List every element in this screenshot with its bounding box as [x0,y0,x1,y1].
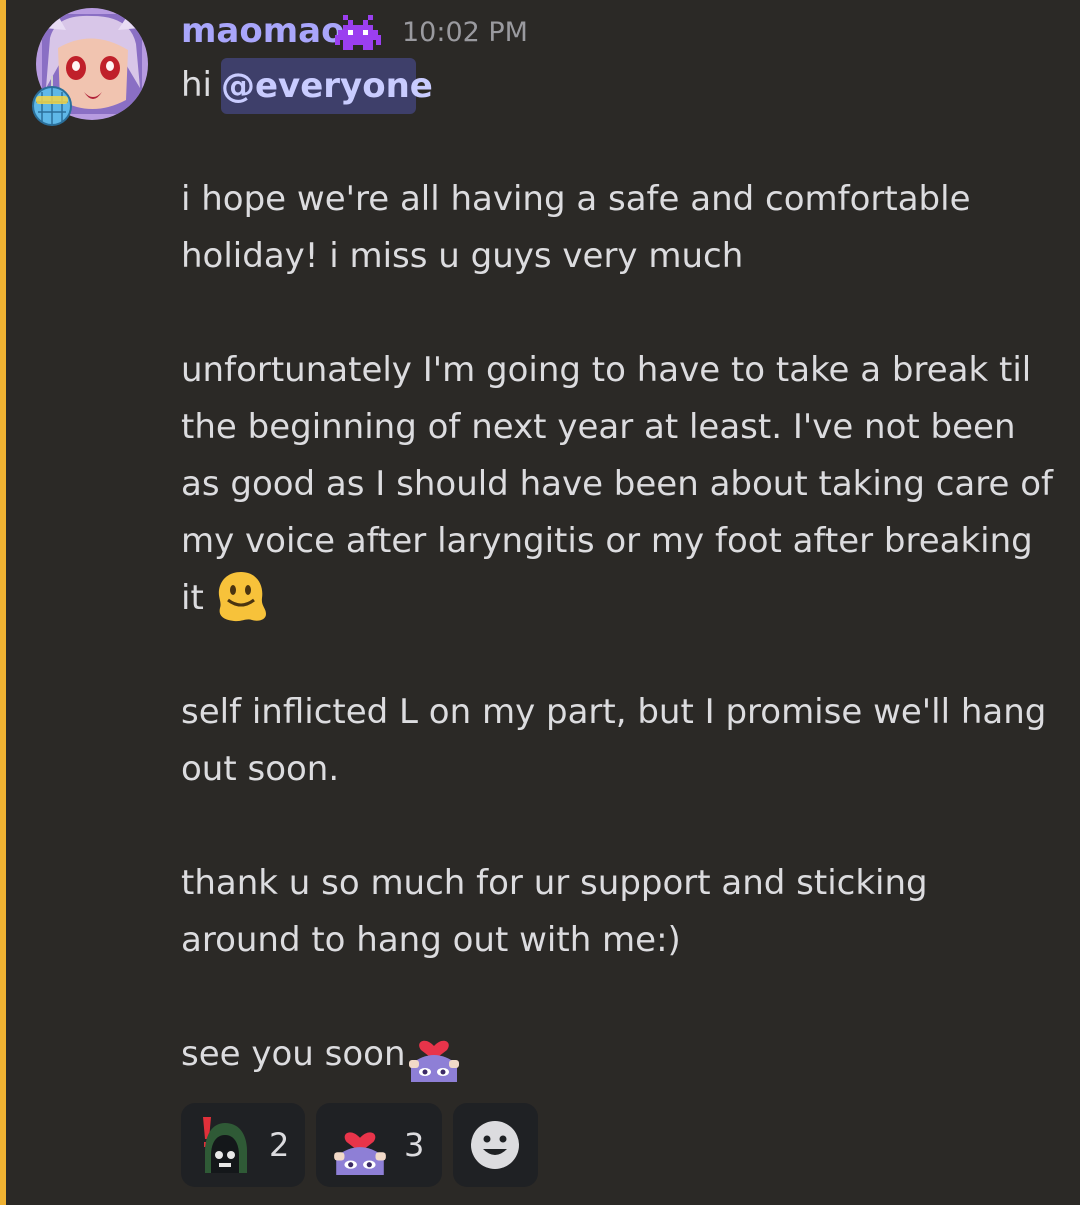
hooded-alert-emoji [197,1117,253,1179]
message-line: my voice after laryngitis or my foot aft… [181,521,1033,561]
author-avatar-group[interactable] [28,4,152,128]
message-line: holiday! i miss u guys very much [181,236,744,276]
message-line: unfortunately I'm going to have to take … [181,350,1032,390]
message-line: it [181,578,204,618]
message-line: as good as I should have been about taki… [181,464,1053,504]
everyone-mention[interactable]: @everyone [221,58,433,114]
reaction-heart-peek[interactable]: 3 [316,1103,442,1187]
reaction-hooded-alert[interactable]: 2 [181,1103,305,1187]
message-line: i hope we're all having a safe and comfo… [181,179,971,219]
add-reaction-button[interactable] [453,1103,538,1187]
space-invader-icon [335,15,381,51]
message-line: self inflicted L on my part, but I promi… [181,692,1047,732]
message-greeting: hi [181,65,212,105]
message-line: around to hang out with me:) [181,920,681,960]
disco-ball-icon [28,76,76,128]
message-line: thank u so much for ur support and stick… [181,863,928,903]
add-reaction-icon [470,1120,520,1174]
message-line: out soon. [181,749,340,789]
message-line: see you soon [181,1034,406,1074]
mention-highlight-bar [0,0,6,1205]
message-line: the beginning of next year at least. I'v… [181,407,1016,447]
author-name[interactable]: maomao [181,8,344,54]
heart-peek-emoji[interactable] [405,1024,463,1086]
message-timestamp: 10:02 PM [402,17,528,48]
heart-peek-emoji [330,1115,390,1179]
melting-face-emoji[interactable] [214,568,268,628]
reaction-count: 3 [404,1126,425,1164]
chat-message-view: maomao 10:02 PM hi @everyone i hope we'r… [0,0,1080,1205]
reaction-count: 2 [269,1126,290,1164]
